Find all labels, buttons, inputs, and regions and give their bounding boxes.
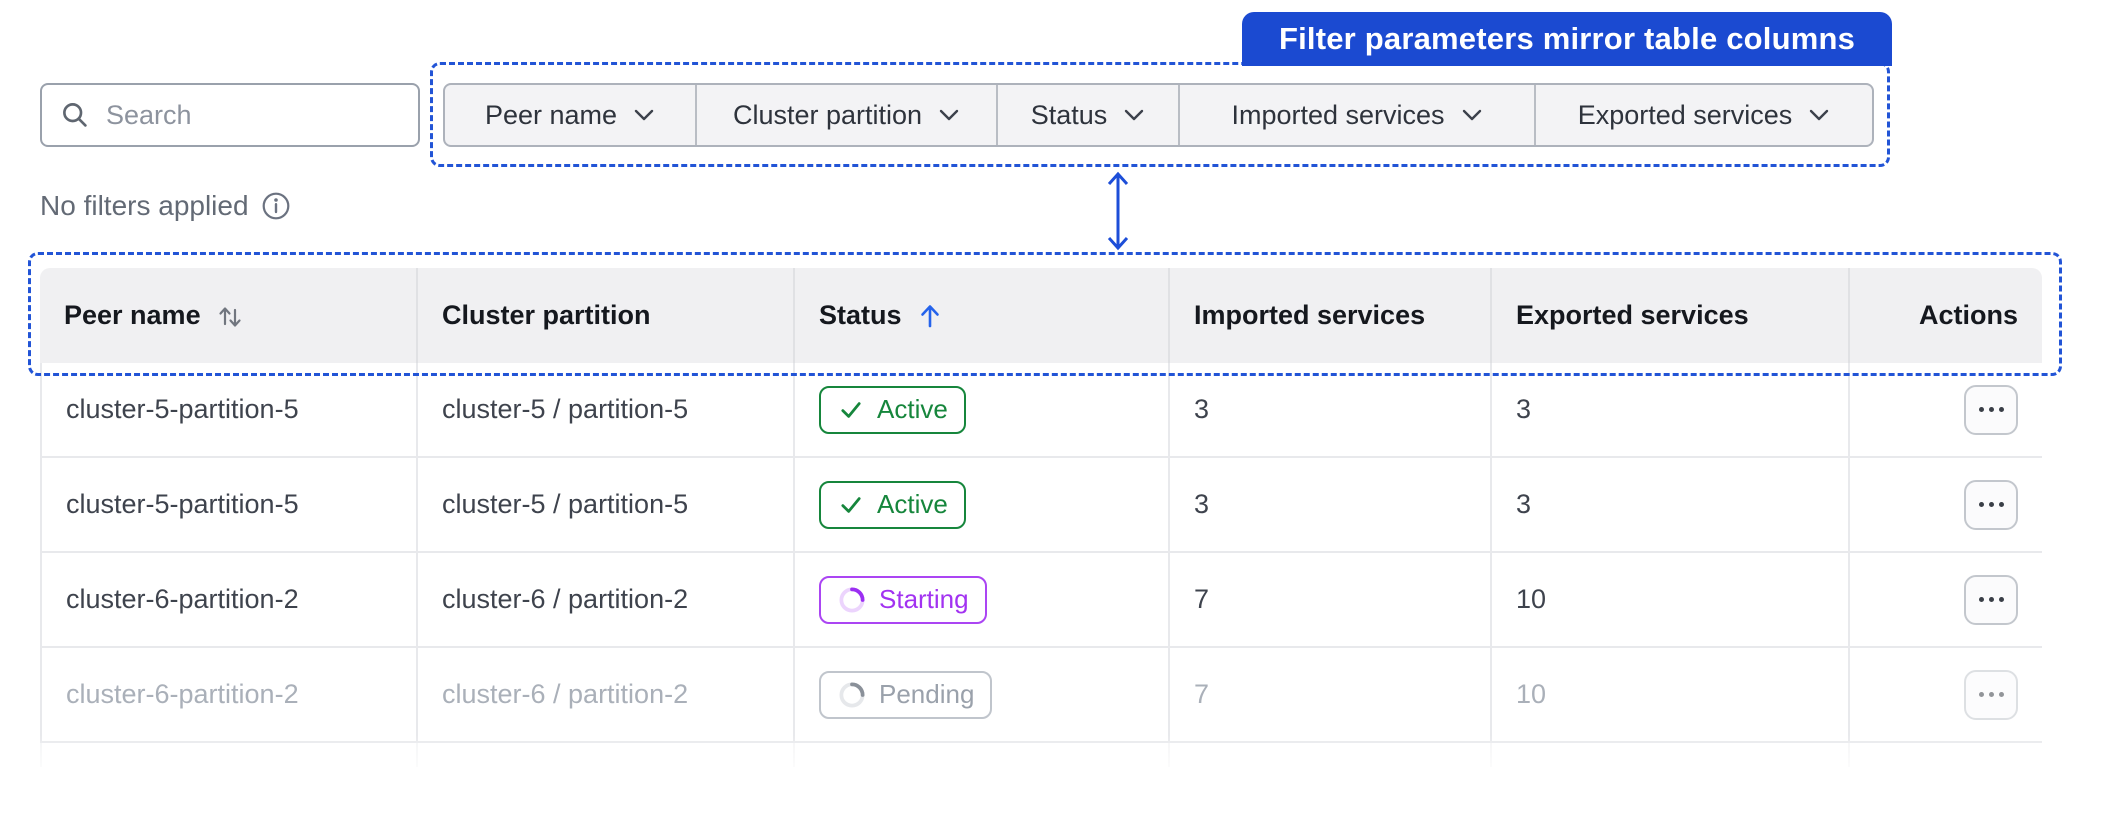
cell-imported-services: 3 <box>1170 363 1492 456</box>
status-badge: Starting <box>819 575 987 624</box>
page-canvas: Filter parameters mirror table columns P… <box>0 0 2118 816</box>
cell-peer-name: cluster-6-partition-2 <box>40 648 418 741</box>
cell-peer-name: cluster-6-partition-2 <box>40 553 418 646</box>
check-icon <box>837 491 865 519</box>
status-label: Starting <box>879 584 969 614</box>
spinner-icon <box>837 585 867 615</box>
chevron-down-icon <box>938 108 960 122</box>
spinner-icon <box>837 680 867 710</box>
column-label: Cluster partition <box>442 300 651 330</box>
filter-dropdown-status[interactable]: Status <box>996 85 1178 145</box>
status-badge: Active <box>819 385 966 434</box>
filter-status-line: No filters applied <box>40 190 291 222</box>
cell-exported-services: 10 <box>1492 553 1850 646</box>
cell-cluster-partition: cluster-6 / partition-2 <box>418 553 795 646</box>
filter-status-text: No filters applied <box>40 190 249 221</box>
column-label: Status <box>819 300 902 330</box>
cell-cluster-partition: cluster-5 / partition-5 <box>418 363 795 456</box>
ellipsis-icon <box>1978 692 1984 697</box>
sort-up-icon <box>918 302 942 330</box>
table-row: cluster-5-partition-5 cluster-5 / partit… <box>40 363 2042 458</box>
chevron-down-icon <box>1123 108 1145 122</box>
cell-exported-services: 3 <box>1492 363 1850 456</box>
column-label: Actions <box>1918 300 2018 330</box>
cell-status: Starting <box>795 553 1170 646</box>
cell-actions <box>1850 458 2042 551</box>
search-box <box>40 83 460 147</box>
filter-dropdown-imported-services[interactable]: Imported services <box>1178 85 1534 145</box>
table-header-row: Peer name Cluster partition Status Impor… <box>40 268 2042 363</box>
row-actions-button[interactable] <box>1964 384 2018 435</box>
status-badge: Active <box>819 480 966 529</box>
cell-actions <box>1850 363 2042 456</box>
row-actions-button[interactable] <box>1964 669 2018 720</box>
filter-label: Cluster partition <box>732 99 923 130</box>
cell-imported-services: 3 <box>1170 458 1492 551</box>
table-row: cluster-5-partition-5 cluster-5 / partit… <box>40 458 2042 553</box>
double-arrow-icon <box>1102 170 1134 257</box>
status-label: Active <box>877 394 948 424</box>
column-label: Imported services <box>1194 300 1426 330</box>
column-header-status[interactable]: Status <box>795 268 1170 363</box>
table-row-partial <box>40 743 2042 767</box>
filter-dropdown-peer-name[interactable]: Peer name <box>445 85 695 145</box>
cell-imported-services: 7 <box>1170 553 1492 646</box>
column-header-cluster-partition: Cluster partition <box>418 268 795 363</box>
chevron-down-icon <box>1808 108 1830 122</box>
filter-dropdown-exported-services[interactable]: Exported services <box>1534 85 1872 145</box>
cell-exported-services: 10 <box>1492 648 1850 741</box>
search-input[interactable] <box>106 99 460 131</box>
cell-peer-name: cluster-5-partition-5 <box>40 363 418 456</box>
chevron-down-icon <box>633 108 655 122</box>
filter-bar: Peer name Cluster partition Status Impor… <box>443 83 1874 147</box>
column-label: Peer name <box>64 300 201 330</box>
cell-status: Active <box>795 363 1170 456</box>
cell-peer-name: cluster-5-partition-5 <box>40 458 418 551</box>
filter-dropdown-cluster-partition[interactable]: Cluster partition <box>695 85 996 145</box>
row-actions-button[interactable] <box>1964 574 2018 625</box>
table-body: cluster-5-partition-5 cluster-5 / partit… <box>40 363 2042 743</box>
cell-imported-services: 7 <box>1170 648 1492 741</box>
filter-label: Imported services <box>1231 99 1445 130</box>
table-row: cluster-6-partition-2 cluster-6 / partit… <box>40 553 2042 648</box>
check-icon <box>837 396 865 424</box>
column-header-exported-services: Exported services <box>1492 268 1850 363</box>
filter-label: Exported services <box>1577 99 1793 130</box>
cell-actions <box>1850 553 2042 646</box>
column-header-actions: Actions <box>1850 268 2042 363</box>
cell-status: Active <box>795 458 1170 551</box>
filter-label: Peer name <box>484 99 618 130</box>
column-label: Exported services <box>1516 300 1749 330</box>
status-label: Active <box>877 489 948 519</box>
cell-status: Pending <box>795 648 1170 741</box>
filter-label: Status <box>1030 99 1108 130</box>
status-label: Pending <box>879 679 975 709</box>
cell-actions <box>1850 648 2042 741</box>
chevron-down-icon <box>1461 108 1483 122</box>
ellipsis-icon <box>1978 502 1984 507</box>
annotation-banner: Filter parameters mirror table columns <box>1242 12 1892 66</box>
column-header-imported-services: Imported services <box>1170 268 1492 363</box>
ellipsis-icon <box>1978 407 1984 412</box>
table-row: cluster-6-partition-2 cluster-6 / partit… <box>40 648 2042 743</box>
search-icon <box>60 100 90 130</box>
cell-exported-services: 3 <box>1492 458 1850 551</box>
info-icon[interactable] <box>261 191 291 221</box>
cell-cluster-partition: cluster-5 / partition-5 <box>418 458 795 551</box>
peers-table: Peer name Cluster partition Status Impor… <box>40 268 2042 767</box>
row-actions-button[interactable] <box>1964 479 2018 530</box>
sort-updown-icon <box>217 302 243 330</box>
column-header-peer-name[interactable]: Peer name <box>40 268 418 363</box>
status-badge: Pending <box>819 670 993 719</box>
ellipsis-icon <box>1978 597 1984 602</box>
cell-cluster-partition: cluster-6 / partition-2 <box>418 648 795 741</box>
